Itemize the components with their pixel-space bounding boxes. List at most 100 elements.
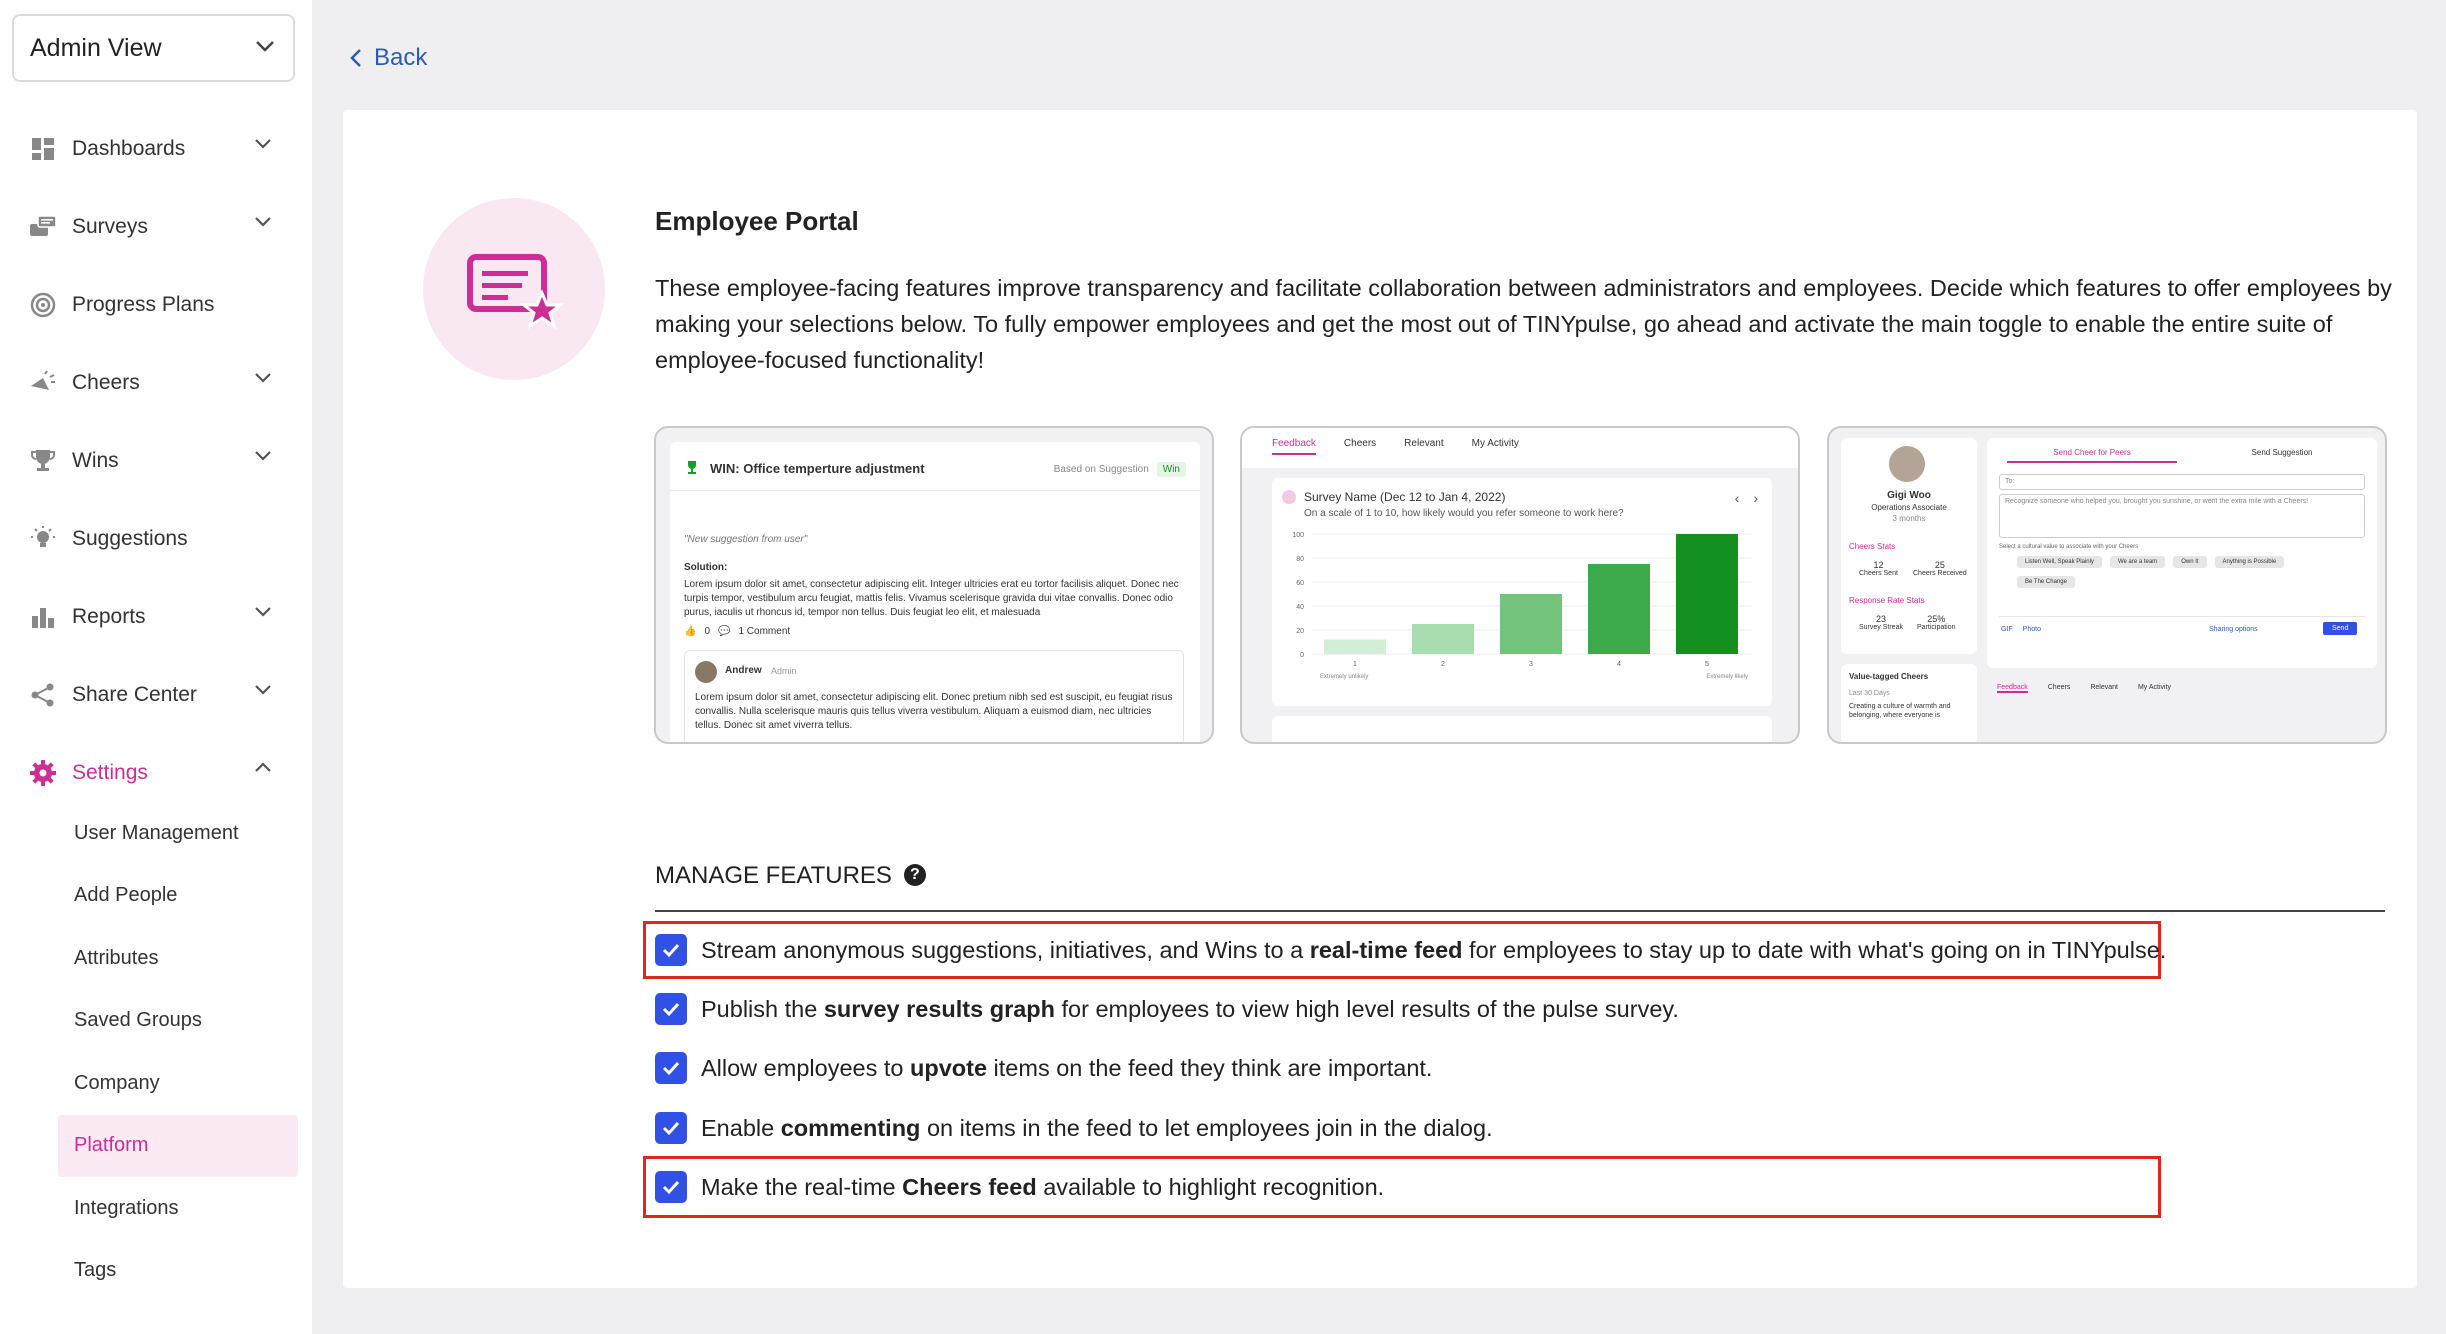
survey-name: Survey Name (Dec 12 to Jan 4, 2022): [1304, 490, 1506, 504]
upvote-count: 0: [704, 626, 711, 637]
x-axis-right-label: Extremely likely: [1706, 674, 1748, 680]
culture-text: Creating a culture of warmth and belongi…: [1849, 703, 1951, 719]
feature-text-bold: survey results graph: [823, 995, 1055, 1022]
feature-text-post: items on the feed they think are importa…: [987, 1054, 1433, 1081]
feature-commenting[interactable]: Enable commenting on items in the feed t…: [655, 1112, 1493, 1144]
check-icon: [662, 1180, 680, 1195]
feature-cheers-feed[interactable]: Make the real-time Cheers feed available…: [655, 1171, 1384, 1203]
value-chip[interactable]: Listen Well, Speak Plainly: [2017, 556, 2102, 568]
survey-streak-label: Survey Streak: [1859, 624, 1903, 631]
sidebar-subitem-company[interactable]: Company: [58, 1052, 298, 1115]
sidebar-subitem-tags[interactable]: Tags: [58, 1240, 298, 1303]
value-chip[interactable]: Own It: [2173, 556, 2207, 568]
value-chip[interactable]: Anything is Possible: [2214, 556, 2285, 568]
tab-relevant[interactable]: Relevant: [2090, 684, 2118, 693]
comment-icon[interactable]: 💬: [718, 626, 730, 637]
help-icon[interactable]: ?: [903, 864, 926, 886]
chevron-down-icon: [255, 607, 271, 617]
feature-text-pre: Publish the: [701, 995, 824, 1022]
sidebar-item-progress-plans[interactable]: Progress Plans: [0, 266, 312, 344]
sidebar-item-suggestions[interactable]: Suggestions: [0, 500, 312, 578]
sidebar-item-cheers[interactable]: Cheers: [0, 344, 312, 422]
y-tick-label: 40: [1296, 604, 1304, 611]
tab-cheers[interactable]: Cheers: [2048, 684, 2071, 693]
checkbox-checked[interactable]: [655, 1171, 687, 1203]
employee-portal-card: Employee Portal These employee-facing fe…: [343, 110, 2417, 1288]
value-chip[interactable]: We are a team: [2109, 556, 2166, 568]
cheer-message-input[interactable]: Recognize someone who helped you, brough…: [1999, 494, 2365, 538]
sidebar-subitem-integrations[interactable]: Integrations: [58, 1177, 298, 1240]
chevron-left-icon[interactable]: ‹: [1735, 490, 1740, 506]
win-title: WIN: Office temperture adjustment: [710, 460, 925, 476]
tab-my-activity[interactable]: My Activity: [1472, 438, 1519, 455]
tab-relevant[interactable]: Relevant: [1404, 438, 1443, 455]
tab-send-suggestion[interactable]: Send Suggestion: [2197, 448, 2367, 457]
chart-bar: [1500, 594, 1562, 654]
sidebar-item-label: Reports: [72, 605, 146, 628]
share-icon: [28, 680, 58, 710]
feature-text-post: for employees to stay up to date with wh…: [1462, 936, 2167, 963]
manage-features-header: MANAGE FEATURES ?: [655, 862, 2385, 912]
avatar: [695, 661, 717, 683]
chevron-left-icon: [350, 49, 361, 67]
checkbox-checked[interactable]: [655, 1112, 687, 1144]
back-link[interactable]: Back: [350, 44, 427, 72]
feature-survey-results-graph[interactable]: Publish the survey results graph for emp…: [655, 993, 1679, 1025]
portal-hero-icon: [423, 198, 605, 380]
profile-role: Operations Associate: [1871, 503, 1947, 512]
checkbox-checked[interactable]: [655, 993, 687, 1025]
tab-cheers[interactable]: Cheers: [1344, 438, 1376, 455]
value-chip[interactable]: Be The Change: [2017, 576, 2075, 588]
y-tick-label: 100: [1292, 532, 1304, 539]
to-field[interactable]: To:: [1999, 474, 2365, 490]
sidebar-subitem-saved-groups[interactable]: Saved Groups: [58, 990, 298, 1053]
cheers-megaphone-icon: [28, 368, 58, 398]
photo-button[interactable]: Photo: [2023, 626, 2041, 633]
sharing-options[interactable]: Sharing options: [2209, 626, 2258, 633]
sidebar-subitem-attributes[interactable]: Attributes: [58, 927, 298, 990]
thumbs-up-icon[interactable]: 👍: [684, 626, 696, 637]
sidebar-item-share-center[interactable]: Share Center: [0, 656, 312, 734]
sidebar-item-dashboards[interactable]: Dashboards: [0, 110, 312, 188]
chart-bar: [1324, 639, 1386, 654]
gif-button[interactable]: GIF: [2001, 626, 2013, 633]
sidebar-item-surveys[interactable]: Surveys: [0, 188, 312, 266]
checkbox-checked[interactable]: [655, 934, 687, 966]
cheers-received-count: 25: [1934, 560, 1945, 570]
progress-plans-icon: [28, 290, 58, 320]
check-icon: [662, 943, 680, 958]
sidebar-subitem-add-people[interactable]: Add People: [58, 865, 298, 928]
feature-text-bold: Cheers feed: [902, 1173, 1037, 1200]
tab-feedback[interactable]: Feedback: [1997, 684, 2028, 693]
check-icon: [662, 1121, 680, 1136]
feature-upvote[interactable]: Allow employees to upvote items on the f…: [655, 1052, 1432, 1084]
trophy-icon: [28, 446, 58, 476]
chart-bar: [1588, 564, 1650, 654]
sidebar-item-reports[interactable]: Reports: [0, 578, 312, 656]
tab-send-cheer[interactable]: Send Cheer for Peers: [2007, 448, 2177, 463]
sidebar-item-label: Dashboards: [72, 137, 186, 160]
page-title: Employee Portal: [655, 206, 859, 236]
tab-feedback[interactable]: Feedback: [1272, 438, 1316, 455]
commenter-role: Admin: [771, 666, 797, 676]
comment-body: Lorem ipsum dolor sit amet, consectetur …: [695, 692, 1173, 731]
checkbox-checked[interactable]: [655, 1052, 687, 1084]
sidebar-item-label: Surveys: [72, 215, 148, 238]
sidebar-subitem-platform[interactable]: Platform: [58, 1114, 298, 1177]
y-tick-label: 60: [1296, 580, 1304, 587]
view-select[interactable]: Admin View: [12, 14, 295, 82]
sidebar-item-settings[interactable]: Settings: [0, 734, 312, 812]
response-stats-label: Response Rate Stats: [1849, 596, 1925, 605]
check-icon: [662, 1002, 680, 1017]
bar-chart-icon: [28, 602, 58, 632]
chevron-right-icon[interactable]: ›: [1753, 490, 1758, 506]
sidebar-item-label: Wins: [72, 449, 119, 472]
sidebar-subitem-user-management[interactable]: User Management: [58, 802, 298, 865]
sidebar-item-wins[interactable]: Wins: [0, 422, 312, 500]
cheers-stats-label: Cheers Stats: [1849, 542, 1896, 551]
feature-realtime-feed[interactable]: Stream anonymous suggestions, initiative…: [655, 934, 2166, 966]
send-button[interactable]: Send: [2323, 622, 2358, 635]
win-body: Lorem ipsum dolor sit amet, consectetur …: [684, 579, 1179, 618]
profile-name: Gigi Woo: [1887, 490, 1931, 501]
tab-my-activity[interactable]: My Activity: [2138, 684, 2171, 693]
